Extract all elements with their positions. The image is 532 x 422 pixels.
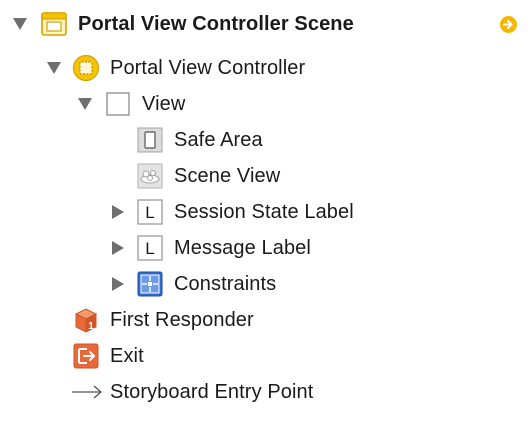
svg-text:L: L: [145, 203, 154, 222]
disclosure-triangle-expanded-icon[interactable]: [75, 86, 95, 122]
view-label: View: [142, 93, 186, 115]
view-controller-icon: [72, 54, 100, 82]
disclosure-triangle-collapsed-icon[interactable]: [108, 230, 128, 266]
view-icon: [106, 92, 130, 116]
disclosure-triangle-expanded-icon[interactable]: [10, 6, 30, 42]
outline-row-first-responder[interactable]: 1 First Responder: [0, 302, 532, 338]
outline-row-view-controller[interactable]: Portal View Controller: [0, 50, 532, 86]
outline-row-scene-view[interactable]: Scene View: [0, 158, 532, 194]
arrow-right-icon: [72, 385, 102, 399]
label-icon: L: [137, 235, 163, 261]
svg-text:1: 1: [88, 321, 94, 332]
exit-label: Exit: [110, 345, 144, 367]
outline-row-exit[interactable]: Exit: [0, 338, 532, 374]
exit-icon: [73, 343, 99, 369]
scene-view-icon: [137, 163, 163, 189]
outline-row-storyboard-entry-point[interactable]: Storyboard Entry Point: [0, 374, 532, 410]
storyboard-entry-point-label: Storyboard Entry Point: [110, 381, 314, 403]
outline-row-session-state-label[interactable]: L Session State Label: [0, 194, 532, 230]
session-state-label-label: Session State Label: [174, 201, 354, 223]
scene-icon: [41, 12, 67, 36]
outline-row-safe-area[interactable]: Safe Area: [0, 122, 532, 158]
message-label-label: Message Label: [174, 237, 311, 259]
svg-text:L: L: [145, 239, 154, 258]
outline-row-view[interactable]: View: [0, 86, 532, 122]
outline-row-scene[interactable]: Portal View Controller Scene: [0, 6, 532, 42]
navigate-arrow-icon[interactable]: [499, 15, 518, 34]
label-icon: L: [137, 199, 163, 225]
scene-view-label: Scene View: [174, 165, 281, 187]
disclosure-triangle-collapsed-icon[interactable]: [108, 266, 128, 302]
scene-label: Portal View Controller Scene: [78, 13, 354, 35]
constraints-icon: [137, 271, 163, 297]
outline-row-message-label[interactable]: L Message Label: [0, 230, 532, 266]
constraints-label: Constraints: [174, 273, 277, 295]
safe-area-icon: [137, 127, 163, 153]
disclosure-triangle-expanded-icon[interactable]: [44, 50, 64, 86]
outline-row-constraints[interactable]: Constraints: [0, 266, 532, 302]
first-responder-label: First Responder: [110, 309, 254, 331]
safe-area-label: Safe Area: [174, 129, 263, 151]
view-controller-label: Portal View Controller: [110, 57, 306, 79]
disclosure-triangle-collapsed-icon[interactable]: [108, 194, 128, 230]
first-responder-icon: 1: [74, 308, 98, 333]
